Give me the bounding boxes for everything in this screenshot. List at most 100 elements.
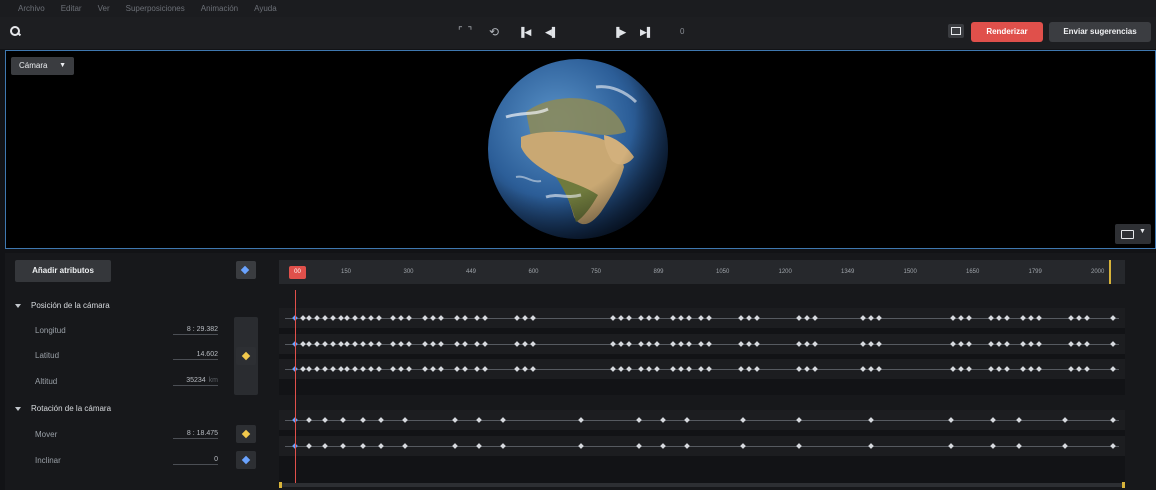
keyframe-marker[interactable] xyxy=(1016,417,1022,423)
timeline-end-marker[interactable] xyxy=(1109,260,1111,284)
keyframe-marker[interactable] xyxy=(474,315,480,321)
keyframe-marker[interactable] xyxy=(966,366,972,372)
keyframe-marker[interactable] xyxy=(522,366,528,372)
keyframe-marker[interactable] xyxy=(1076,341,1082,347)
keyframe-marker[interactable] xyxy=(868,417,874,423)
track-row[interactable] xyxy=(279,308,1125,328)
keyframe-marker[interactable] xyxy=(406,341,412,347)
keyframe-marker[interactable] xyxy=(670,315,676,321)
keyframe-marker[interactable] xyxy=(996,315,1002,321)
keyframe-marker[interactable] xyxy=(402,417,408,423)
keyframe-marker[interactable] xyxy=(1110,315,1116,321)
keyframe-marker[interactable] xyxy=(368,315,374,321)
keyframe-marker[interactable] xyxy=(1068,341,1074,347)
keyframe-marker[interactable] xyxy=(948,417,954,423)
keyframe-marker[interactable] xyxy=(378,443,384,449)
track-row[interactable] xyxy=(279,410,1125,430)
keyframe-marker[interactable] xyxy=(390,315,396,321)
keyframe-marker[interactable] xyxy=(990,417,996,423)
keyframe-marker[interactable] xyxy=(578,417,584,423)
skip-first-icon[interactable]: ▐◀ xyxy=(518,26,531,38)
keyframe-marker[interactable] xyxy=(314,341,320,347)
keyframe-marker[interactable] xyxy=(678,315,684,321)
keyframe-marker[interactable] xyxy=(300,366,306,372)
keyframe-marker[interactable] xyxy=(686,315,692,321)
keyframe-marker[interactable] xyxy=(338,315,344,321)
keyframe-toggle-button[interactable] xyxy=(236,261,256,279)
menu-archivo[interactable]: Archivo xyxy=(18,4,45,13)
keyframe-marker[interactable] xyxy=(514,366,520,372)
keyframe-marker[interactable] xyxy=(340,443,346,449)
keyframe-marker[interactable] xyxy=(1020,366,1026,372)
keyframe-marker[interactable] xyxy=(636,417,642,423)
keyframe-marker[interactable] xyxy=(684,443,690,449)
inclinar-keyframe-button[interactable] xyxy=(236,451,256,469)
keyframe-marker[interactable] xyxy=(422,366,428,372)
keyframe-marker[interactable] xyxy=(530,341,536,347)
keyframe-marker[interactable] xyxy=(360,341,366,347)
keyframe-marker[interactable] xyxy=(988,366,994,372)
keyframe-marker[interactable] xyxy=(462,341,468,347)
keyframe-marker[interactable] xyxy=(990,443,996,449)
keyframe-marker[interactable] xyxy=(706,315,712,321)
send-feedback-button[interactable]: Enviar sugerencias xyxy=(1049,22,1151,42)
keyframe-marker[interactable] xyxy=(746,366,752,372)
keyframe-marker[interactable] xyxy=(1062,417,1068,423)
keyframe-marker[interactable] xyxy=(368,341,374,347)
snapshot-icon[interactable] xyxy=(948,24,964,38)
keyframe-marker[interactable] xyxy=(654,341,660,347)
keyframe-marker[interactable] xyxy=(996,341,1002,347)
attr-inclinar-value[interactable]: 0 xyxy=(173,456,218,465)
keyframe-marker[interactable] xyxy=(1036,341,1042,347)
keyframe-marker[interactable] xyxy=(390,366,396,372)
keyframe-marker[interactable] xyxy=(966,341,972,347)
keyframe-marker[interactable] xyxy=(876,315,882,321)
keyframe-marker[interactable] xyxy=(522,315,528,321)
menu-editar[interactable]: Editar xyxy=(61,4,82,13)
keyframe-marker[interactable] xyxy=(300,315,306,321)
keyframe-marker[interactable] xyxy=(1110,443,1116,449)
keyframe-marker[interactable] xyxy=(344,366,350,372)
keyframe-marker[interactable] xyxy=(660,417,666,423)
keyframe-marker[interactable] xyxy=(1016,443,1022,449)
timeline-tracks[interactable] xyxy=(279,290,1125,483)
keyframe-marker[interactable] xyxy=(330,341,336,347)
keyframe-marker[interactable] xyxy=(646,341,652,347)
keyframe-marker[interactable] xyxy=(796,341,802,347)
keyframe-marker[interactable] xyxy=(322,443,328,449)
skip-last-icon[interactable]: ▶▌ xyxy=(640,26,653,38)
aspect-ratio-button[interactable]: ▼ xyxy=(1115,224,1151,244)
keyframe-marker[interactable] xyxy=(686,341,692,347)
keyframe-marker[interactable] xyxy=(738,341,744,347)
mover-keyframe-button[interactable] xyxy=(236,425,256,443)
keyframe-marker[interactable] xyxy=(1036,366,1042,372)
keyframe-marker[interactable] xyxy=(812,315,818,321)
loop-icon[interactable]: ⟲ xyxy=(489,26,499,38)
keyframe-marker[interactable] xyxy=(530,366,536,372)
keyframe-marker[interactable] xyxy=(398,315,404,321)
keyframe-marker[interactable] xyxy=(1062,443,1068,449)
prev-frame-icon[interactable]: ◀▌ xyxy=(545,26,558,38)
keyframe-marker[interactable] xyxy=(646,315,652,321)
keyframe-marker[interactable] xyxy=(306,417,312,423)
playhead-line[interactable] xyxy=(295,290,296,483)
keyframe-marker[interactable] xyxy=(438,366,444,372)
fullscreen-icon[interactable]: ⌜ ⌝ xyxy=(458,26,473,38)
keyframe-marker[interactable] xyxy=(796,366,802,372)
keyframe-marker[interactable] xyxy=(360,417,366,423)
keyframe-marker[interactable] xyxy=(378,417,384,423)
keyframe-marker[interactable] xyxy=(344,315,350,321)
keyframe-marker[interactable] xyxy=(860,341,866,347)
keyframe-marker[interactable] xyxy=(376,315,382,321)
keyframe-marker[interactable] xyxy=(462,315,468,321)
keyframe-marker[interactable] xyxy=(1068,315,1074,321)
keyframe-marker[interactable] xyxy=(698,341,704,347)
keyframe-marker[interactable] xyxy=(438,315,444,321)
keyframe-marker[interactable] xyxy=(746,341,752,347)
camera-dropdown[interactable]: Cámara ▼ xyxy=(11,57,74,75)
attr-longitud-value[interactable]: 8 : 29.382 xyxy=(173,326,218,335)
keyframe-marker[interactable] xyxy=(1076,366,1082,372)
keyframe-marker[interactable] xyxy=(868,443,874,449)
keyframe-marker[interactable] xyxy=(430,366,436,372)
keyframe-marker[interactable] xyxy=(1076,315,1082,321)
